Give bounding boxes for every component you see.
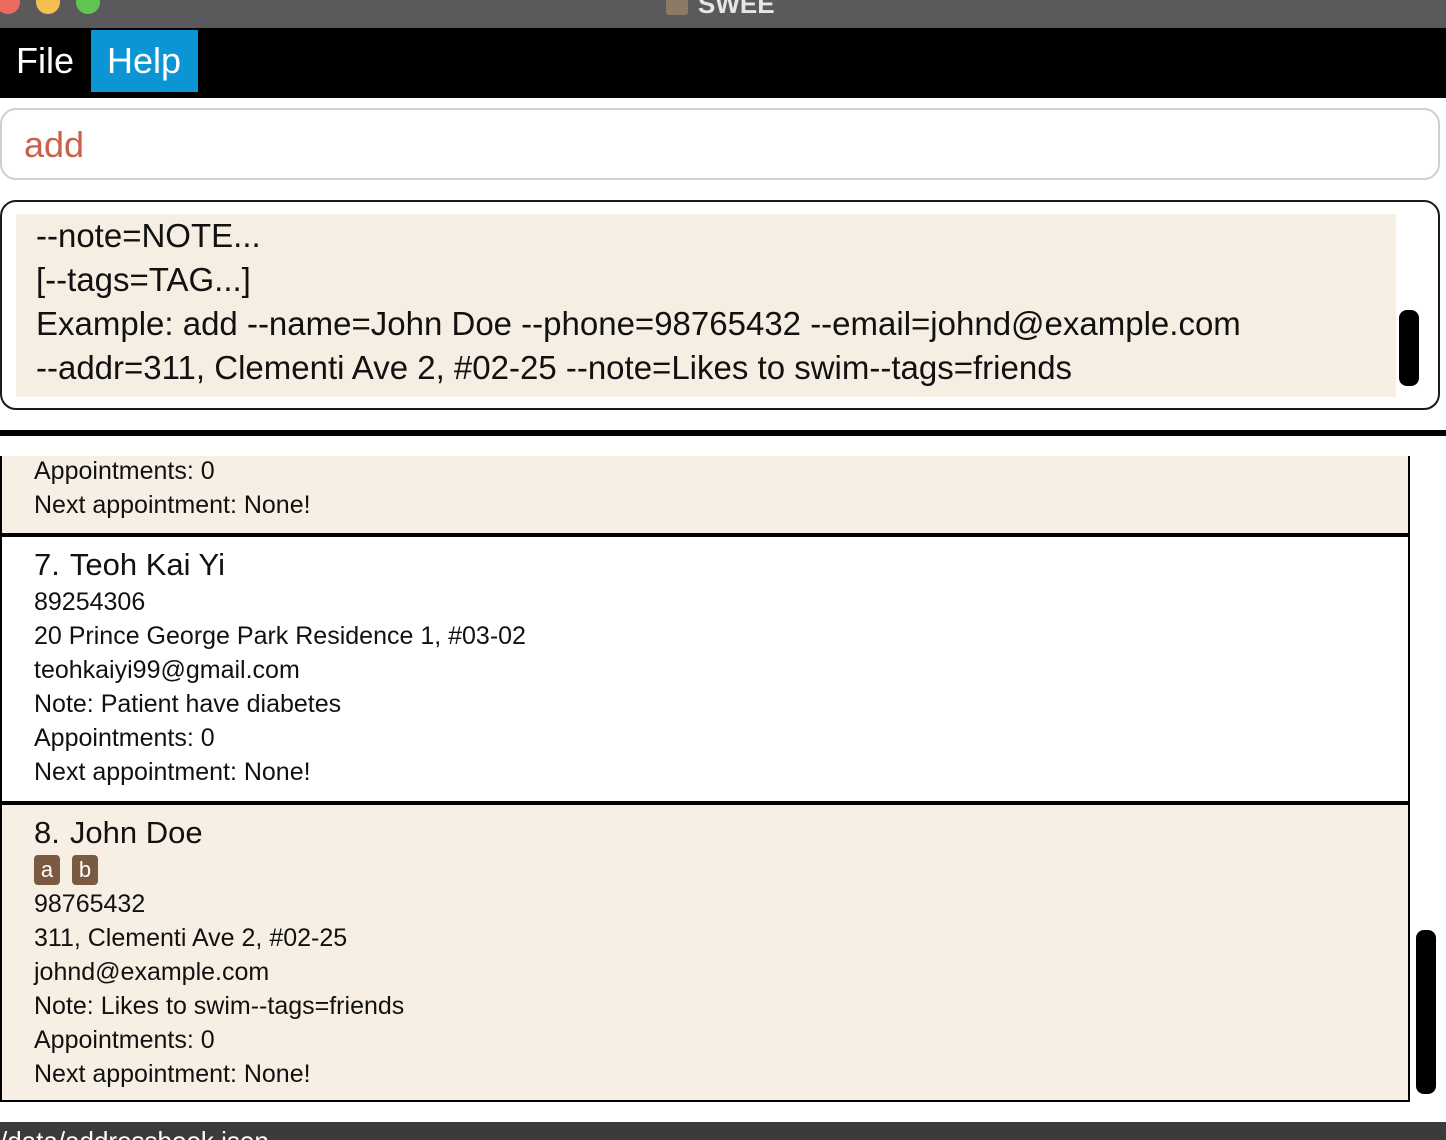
patient-address: 311, Clementi Ave 2, #02-25 (34, 924, 348, 952)
window-title: SWEE (666, 0, 775, 18)
patient-address: 20 Prince George Park Residence 1, #03-0… (34, 622, 526, 650)
patient-name: Teoh Kai Yi (69, 547, 225, 582)
patient-phone: 98765432 (34, 890, 146, 918)
zoom-window-button[interactable] (76, 0, 100, 14)
tag-badge: b (72, 855, 98, 885)
patient-name-row: 8. John Doe (34, 813, 1408, 853)
result-line: --addr=311, Clementi Ave 2, #02-25 --not… (36, 349, 1073, 386)
command-input[interactable] (24, 122, 1404, 168)
patient-name-row: 7. Teoh Kai Yi (34, 545, 1408, 585)
patient-index: 7. (34, 547, 60, 582)
menu-file[interactable]: File (0, 30, 90, 92)
result-text-area[interactable]: --note=NOTE... [--tags=TAG...] Example: … (16, 214, 1396, 397)
patient-tags: a b (34, 853, 1408, 887)
status-bar: /data/addressbook.json (0, 1122, 1446, 1140)
list-scrollbar[interactable] (1416, 930, 1436, 1094)
close-window-button[interactable] (0, 0, 20, 14)
result-line: Example: add --name=John Doe --phone=987… (36, 305, 1241, 342)
window-title-text: SWEE (698, 0, 775, 19)
patient-list: Appointments: 0 Next appointment: None! … (0, 456, 1410, 1102)
patient-appointments: Appointments: 0 (34, 457, 215, 485)
patient-phone: 89254306 (34, 588, 146, 616)
result-line: [--tags=TAG...] (36, 261, 251, 298)
patient-appointments: Appointments: 0 (34, 1026, 215, 1054)
patient-note: Note: Likes to swim--tags=friends (34, 992, 405, 1020)
patient-next-appointment: Next appointment: None! (34, 758, 311, 786)
patient-next-appointment: Next appointment: None! (34, 1060, 311, 1088)
status-file-path: /data/addressbook.json (0, 1126, 269, 1140)
patient-note: Note: Patient have diabetes (34, 690, 342, 718)
patient-appointments: Appointments: 0 (34, 724, 215, 752)
patient-name: John Doe (69, 815, 203, 850)
minimize-window-button[interactable] (36, 0, 60, 14)
tag-badge: a (34, 855, 60, 885)
menu-bar: File Help (0, 28, 1446, 98)
result-line: --note=NOTE... (36, 217, 261, 254)
patient-card[interactable]: 8. John Doe a b 98765432 311, Clementi Av… (0, 801, 1410, 1102)
patient-email: teohkaiyi99@gmail.com (34, 656, 300, 684)
app-icon (666, 0, 688, 15)
patient-card[interactable]: Appointments: 0 Next appointment: None! (0, 456, 1410, 535)
section-divider (0, 430, 1446, 436)
patient-index: 8. (34, 815, 60, 850)
menu-help[interactable]: Help (91, 30, 198, 92)
result-display: --note=NOTE... [--tags=TAG...] Example: … (0, 200, 1440, 410)
patient-email: johnd@example.com (34, 958, 270, 986)
command-box (0, 108, 1440, 180)
result-scrollbar[interactable] (1399, 310, 1419, 386)
window-titlebar: SWEE (0, 0, 1446, 28)
patient-card[interactable]: 7. Teoh Kai Yi 89254306 20 Prince George … (0, 535, 1410, 803)
patient-next-appointment: Next appointment: None! (34, 491, 311, 519)
